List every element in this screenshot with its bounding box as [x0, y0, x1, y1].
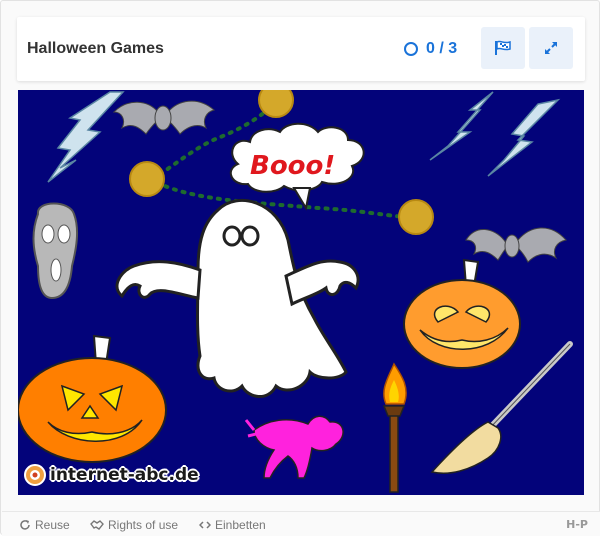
game-scene: Booo! internet-abc.de [18, 90, 584, 495]
footer-bar: Reuse Rights of use Einbetten H-P [2, 511, 600, 536]
page-title: Halloween Games [27, 40, 164, 57]
bat-icon [465, 227, 567, 263]
logo-text: internet-abc.de [50, 465, 199, 485]
pumpkin-icon [18, 334, 167, 463]
game-header: Halloween Games 0 / 3 [17, 17, 585, 81]
handshake-icon [90, 520, 104, 530]
h5p-container: Halloween Games 0 / 3 Booo! internet-abc… [0, 0, 600, 536]
reuse-button[interactable]: Reuse [19, 518, 70, 532]
speech-bubble: Booo! [229, 122, 365, 211]
expand-icon [545, 42, 557, 54]
score-counter: 0 / 3 [404, 39, 457, 59]
ghost-icon [115, 199, 360, 398]
score-text: 0 / 3 [426, 40, 458, 57]
refresh-icon [20, 520, 30, 530]
rights-of-use-label: Rights of use [108, 518, 179, 532]
cat-icon [244, 415, 344, 479]
circle-icon [404, 42, 418, 56]
skull-icon [32, 202, 79, 300]
flag-icon [495, 40, 511, 55]
code-icon [199, 521, 211, 529]
finish-button[interactable] [481, 27, 525, 69]
speech-bubble-text: Booo! [250, 151, 335, 181]
embed-button[interactable]: Einbetten [199, 518, 266, 532]
hotspot[interactable] [129, 161, 165, 197]
hotspot[interactable] [258, 90, 294, 118]
hotspot[interactable] [398, 199, 434, 235]
pumpkin-icon [403, 258, 521, 369]
embed-label: Einbetten [215, 518, 266, 532]
fullscreen-button[interactable] [529, 27, 573, 69]
logo-icon [24, 464, 46, 486]
h5p-logo[interactable]: H-P [566, 518, 588, 531]
bat-icon [112, 100, 216, 135]
reuse-label: Reuse [35, 518, 70, 532]
torch-icon [382, 362, 407, 493]
brand-logo: internet-abc.de [24, 464, 199, 486]
rights-of-use-button[interactable]: Rights of use [90, 518, 178, 532]
